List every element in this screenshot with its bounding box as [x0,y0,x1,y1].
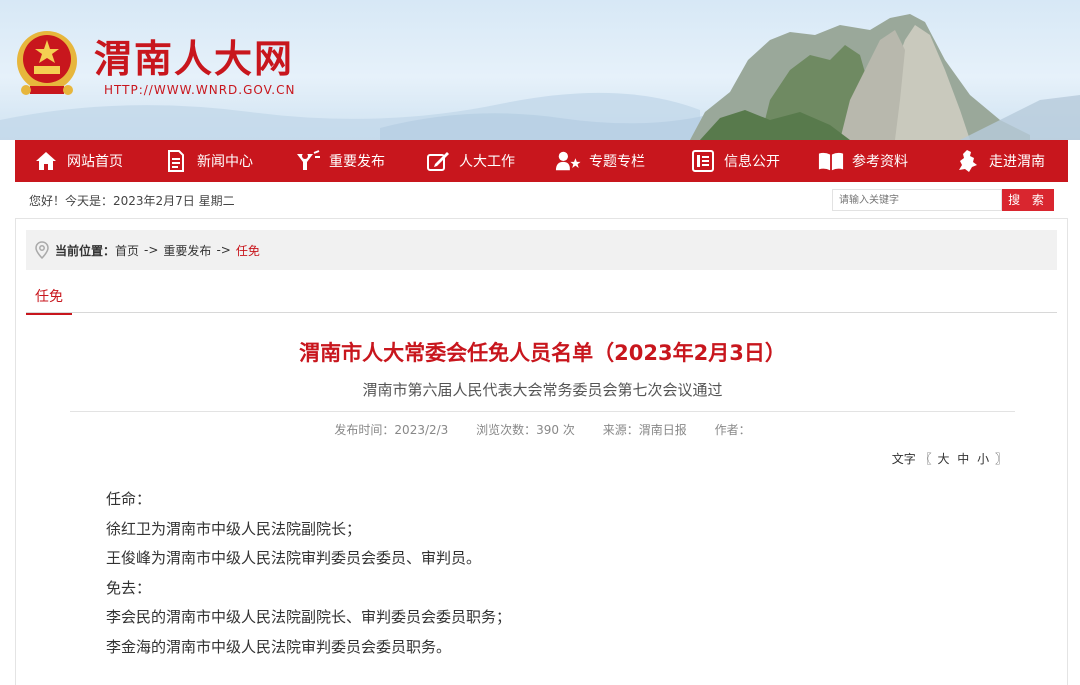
article-paragraph: 李会民的渭南市中级人民法院副院长、审判委员会委员职务； [106,608,512,626]
nav-item-home[interactable]: 网站首页 [33,140,123,182]
nav-item-disclosure[interactable]: 信息公开 [690,140,780,182]
nav-label: 人大工作 [459,154,515,170]
location-pin-icon [35,241,49,259]
nav-item-work[interactable]: 人大工作 [425,140,515,182]
nav-label: 参考资料 [852,154,908,170]
article-subtitle: 渭南市第六届人民代表大会常务委员会第七次会议通过 [362,381,723,399]
nav-item-reference[interactable]: 参考资料 [818,140,908,182]
breadcrumb-separator: -> [216,243,231,257]
date-greeting: 您好！今天是：2023年2月7日 星期二 [29,193,235,208]
breadcrumb-separator: -> [144,243,159,257]
breadcrumb: 当前位置： 首页 -> 重要发布 -> 任免 [26,230,1057,270]
list-icon [690,148,716,174]
article-paragraph: 任命： [106,490,152,508]
article-source: 来源：渭南日报 [602,423,687,437]
content-panel: 当前位置： 首页 -> 重要发布 -> 任免 任免 渭南市人大常委会任免人员名单… [15,218,1068,685]
home-icon [33,148,59,174]
main-nav: 网站首页 新闻中心 重要发布 人大工作 专题专栏 信息公开 参考资料 走进渭南 [15,140,1068,182]
site-title: 渭南人大网 [94,37,295,81]
article-paragraph: 李金海的渭南市中级人民法院审判委员会委员职务。 [106,637,452,656]
font-size-suffix: 〗 [994,452,1007,466]
article-meta: 发布时间：2023/2/3 浏览次数：390 次 来源：渭南日报 作者： [16,421,1069,438]
breadcrumb-current[interactable]: 任免 [236,242,260,259]
article-body: 任命： 徐红卫为渭南市中级人民法院副院长； 王俊峰为渭南市中级人民法院审判委员会… [106,485,511,662]
article-paragraph: 王俊峰为渭南市中级人民法院审判委员会委员、审判员。 [106,549,482,567]
nav-label: 走进渭南 [989,154,1045,170]
view-count: 浏览次数：390 次 [476,423,575,437]
document-icon [163,148,189,174]
site-url: HTTP://WWW.WNRD.GOV.CN [104,83,296,97]
font-size-large-button[interactable]: 大 [937,452,949,466]
map-icon [955,148,981,174]
nav-label: 专题专栏 [589,154,645,170]
search-input[interactable] [832,189,1002,211]
tab-appointments[interactable]: 任免 [26,285,72,315]
nav-item-releases[interactable]: 重要发布 [295,140,385,182]
book-icon [818,148,844,174]
nav-label: 网站首页 [67,154,123,170]
nav-label: 信息公开 [724,154,780,170]
nav-item-topics[interactable]: 专题专栏 [555,140,645,182]
info-bar: 您好！今天是：2023年2月7日 星期二 搜 索 [15,182,1068,218]
article-paragraph: 免去： [106,578,152,597]
font-size-switcher: 文字 〖 大 中 小 〗 [892,450,1007,467]
publish-date: 发布时间：2023/2/3 [334,423,449,437]
user-star-icon [555,148,581,174]
breadcrumb-home[interactable]: 首页 [115,242,139,259]
megaphone-icon [295,148,321,174]
search-button[interactable]: 搜 索 [1002,189,1054,211]
nav-label: 重要发布 [329,154,385,170]
article-author: 作者： [714,423,751,437]
article-paragraph: 徐红卫为渭南市中级人民法院副院长； [106,519,362,538]
font-size-prefix: 文字 〖 [891,452,932,466]
nav-label: 新闻中心 [197,154,253,170]
edit-icon [425,148,451,174]
font-size-small-button[interactable]: 小 [977,452,989,466]
tab-divider [26,312,1057,313]
header-banner: 渭南人大网 HTTP://WWW.WNRD.GOV.CN [0,0,1080,140]
article-title: 渭南市人大常委会任免人员名单（2023年2月3日） [299,341,786,365]
national-emblem-icon [17,31,77,95]
nav-item-news[interactable]: 新闻中心 [163,140,253,182]
font-size-medium-button[interactable]: 中 [957,452,969,466]
nav-item-weinan[interactable]: 走进渭南 [955,140,1045,182]
breadcrumb-releases[interactable]: 重要发布 [163,242,211,259]
breadcrumb-label: 当前位置： [55,243,116,258]
article-divider [70,411,1015,412]
